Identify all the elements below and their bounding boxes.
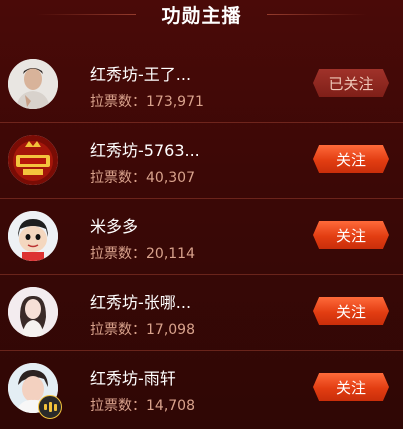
streamer-name[interactable]: 红秀坊-王了... xyxy=(90,61,191,85)
header-divider-left xyxy=(36,14,136,15)
anchor-ranking-panel: 功勋主播 红秀坊-王了... 拉票数：173,971 已关注 红秀坊-5763.… xyxy=(0,0,403,429)
avatar-image xyxy=(8,135,58,185)
vote-label: 拉票数： xyxy=(90,398,146,414)
streamer-list: 红秀坊-王了... 拉票数：173,971 已关注 红秀坊-5763... 拉票… xyxy=(0,47,403,427)
streamer-avatar[interactable] xyxy=(8,211,58,261)
streamer-avatar[interactable] xyxy=(8,59,58,109)
follow-button[interactable]: 关注 xyxy=(313,221,389,249)
follow-button[interactable]: 关注 xyxy=(313,297,389,325)
live-audio-icon xyxy=(38,395,62,419)
vote-count: 拉票数：14,708 xyxy=(90,395,195,415)
streamer-row: 红秀坊-5763... 拉票数：40,307 关注 xyxy=(0,123,403,199)
vote-value: 20,114 xyxy=(146,246,195,262)
vote-label: 拉票数： xyxy=(90,246,146,262)
streamer-avatar[interactable] xyxy=(8,135,58,185)
vote-value: 17,098 xyxy=(146,322,195,338)
vote-count: 拉票数：17,098 xyxy=(90,319,195,339)
vote-value: 173,971 xyxy=(146,94,204,110)
panel-title: 功勋主播 xyxy=(161,4,242,27)
avatar-image xyxy=(8,287,58,337)
streamer-row: 红秀坊-王了... 拉票数：173,971 已关注 xyxy=(0,47,403,123)
panel-header: 功勋主播 xyxy=(0,0,403,34)
vote-value: 14,708 xyxy=(146,398,195,414)
vote-label: 拉票数： xyxy=(90,94,146,110)
follow-button[interactable]: 关注 xyxy=(313,373,389,401)
streamer-name[interactable]: 红秀坊-雨轩 xyxy=(90,365,176,389)
streamer-name[interactable]: 红秀坊-张哪... xyxy=(90,289,191,313)
vote-count: 拉票数：20,114 xyxy=(90,243,195,263)
followed-button[interactable]: 已关注 xyxy=(313,69,389,97)
vote-count: 拉票数：40,307 xyxy=(90,167,195,187)
streamer-row: 红秀坊-张哪... 拉票数：17,098 关注 xyxy=(0,275,403,351)
follow-button[interactable]: 关注 xyxy=(313,145,389,173)
header-divider-right xyxy=(267,14,367,15)
avatar-image xyxy=(8,211,58,261)
streamer-name[interactable]: 米多多 xyxy=(90,213,138,237)
vote-count: 拉票数：173,971 xyxy=(90,91,204,111)
streamer-row: 红秀坊-雨轩 拉票数：14,708 关注 xyxy=(0,351,403,427)
streamer-row: 米多多 拉票数：20,114 关注 xyxy=(0,199,403,275)
streamer-avatar[interactable] xyxy=(8,287,58,337)
streamer-name[interactable]: 红秀坊-5763... xyxy=(90,137,200,161)
vote-label: 拉票数： xyxy=(90,322,146,338)
vote-value: 40,307 xyxy=(146,170,195,186)
avatar-image xyxy=(8,59,58,109)
vote-label: 拉票数： xyxy=(90,170,146,186)
